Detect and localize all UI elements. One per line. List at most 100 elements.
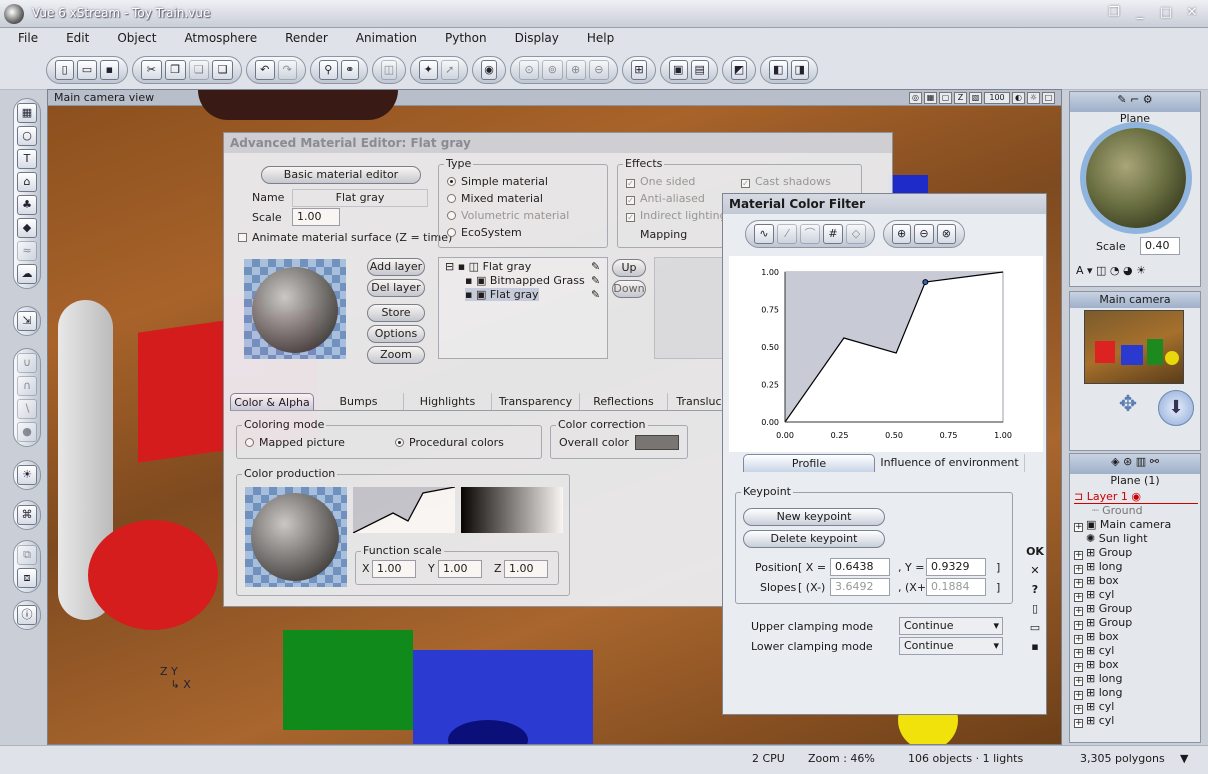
camera-nav-icon[interactable]: ✥	[1098, 392, 1158, 442]
tree-item[interactable]: ┈ Ground	[1074, 504, 1198, 518]
camera-icon[interactable]: ⌘	[17, 505, 37, 525]
keypoint-marker[interactable]	[922, 279, 929, 286]
menu-python[interactable]: Python	[437, 28, 495, 48]
group-icon[interactable]: ◫	[381, 60, 397, 80]
tab-color-alpha[interactable]: Color & Alpha	[230, 393, 314, 410]
group-objects-icon[interactable]: ⧉	[17, 545, 37, 565]
duplicate-icon[interactable]: ❑	[212, 60, 233, 80]
basic-material-editor-button[interactable]: Basic material editor	[261, 166, 421, 184]
filter-thumbnail[interactable]	[353, 487, 455, 533]
water-icon[interactable]: ≈	[17, 241, 37, 261]
ok-button[interactable]: OK	[1026, 545, 1044, 558]
status-menu-icon[interactable]: ▼	[1180, 752, 1188, 765]
zoom-button[interactable]: Zoom	[367, 346, 425, 364]
graph-fit-icon[interactable]: ⊗	[936, 224, 956, 244]
grid-icon[interactable]: #	[823, 224, 843, 244]
links-tab-icon[interactable]: ⚯	[1150, 455, 1159, 468]
zoom-fit-icon[interactable]: ⊙	[519, 60, 540, 80]
add-layer-button[interactable]: Add layer	[367, 258, 425, 276]
new-icon[interactable]: ▯	[55, 60, 75, 80]
tree-item[interactable]: + ⊞ long	[1074, 672, 1198, 686]
function-scale-z[interactable]: 1.00	[504, 560, 548, 578]
tree-item[interactable]: + ⊞ Group	[1074, 546, 1198, 560]
wireframe-icon[interactable]: ▦	[924, 92, 937, 104]
import-object-icon[interactable]: ⇲	[17, 311, 37, 331]
display-options-icon[interactable]: ◩	[731, 60, 747, 80]
tree-item[interactable]: + ⊞ box	[1074, 574, 1198, 588]
tab-reflections[interactable]: Reflections	[580, 393, 668, 410]
text-icon[interactable]: T	[17, 149, 37, 169]
boolean-subtract-icon[interactable]: ∖	[17, 399, 37, 419]
type-ecosystem[interactable]: EcoSystem	[447, 226, 522, 239]
camera-preview-icon[interactable]: ◨	[790, 60, 809, 80]
new-keypoint-button[interactable]: New keypoint	[743, 508, 885, 526]
boolean-union-icon[interactable]: ∪	[17, 353, 37, 373]
camera-orbit-icon[interactable]: ⬇	[1158, 390, 1194, 426]
pointer-icon[interactable]: ➚	[440, 60, 459, 80]
sphere-icon[interactable]: ○	[17, 126, 37, 146]
animate-surface-checkbox[interactable]: Animate material surface (Z = time)	[238, 231, 452, 244]
cut-icon[interactable]: ✂	[141, 60, 162, 80]
tree-item[interactable]: + ⊞ Group	[1074, 602, 1198, 616]
procedural-colors-radio[interactable]: Procedural colors	[395, 436, 504, 449]
edit-layer-icon[interactable]: ✎	[591, 288, 600, 301]
ungroup-icon[interactable]: ⧈	[17, 568, 37, 588]
options-button[interactable]: Options	[367, 325, 425, 343]
tab-influence-environment[interactable]: Influence of environment	[875, 454, 1025, 472]
del-layer-button[interactable]: Del layer	[367, 279, 425, 297]
type-volumetric[interactable]: Volumetric material	[447, 209, 569, 222]
link-icon[interactable]: ⚲	[319, 60, 338, 80]
menu-animation[interactable]: Animation	[348, 28, 425, 48]
light-preview-icon[interactable]: ☼	[1027, 92, 1040, 104]
terrain-icon[interactable]: ▦	[17, 103, 37, 123]
restore-icon[interactable]: ❐	[1104, 4, 1124, 22]
plant-icon[interactable]: ♣	[17, 195, 37, 215]
z-axis-icon[interactable]: Z	[954, 92, 967, 104]
scene-info-icon[interactable]: ⓘ	[17, 605, 37, 625]
box-mode-icon[interactable]: ▢	[939, 92, 952, 104]
slope-left-field[interactable]: 3.6492	[830, 578, 890, 596]
unlink-icon[interactable]: ⚭	[340, 60, 359, 80]
camera-thumbnail[interactable]	[1084, 310, 1184, 384]
tree-item[interactable]: + ⊞ long	[1074, 686, 1198, 700]
copy-icon[interactable]: ❐	[164, 60, 186, 80]
effect-one-sided[interactable]: ✓ One sided	[626, 175, 695, 188]
render-icon[interactable]: ▣	[669, 60, 688, 80]
menu-edit[interactable]: Edit	[58, 28, 97, 48]
mapped-picture-radio[interactable]: Mapped picture	[245, 436, 345, 449]
layer-bitmapped-grass[interactable]: ▪ ▣ Bitmapped Grass	[465, 274, 585, 287]
shade-mode-icon[interactable]: ◐	[1012, 92, 1025, 104]
layer-root[interactable]: ⊟ ▪ ◫ Flat gray	[445, 260, 531, 273]
tree-item[interactable]: + ⊞ cyl	[1074, 700, 1198, 714]
mountain-icon[interactable]: ⌂	[17, 172, 37, 192]
filter-profile-chart[interactable]: 0.00 0.25 0.50 0.75 1.00 0.00 0.25 0.50 0.75 1.00	[729, 256, 1043, 452]
type-mixed[interactable]: Mixed material	[447, 192, 543, 205]
tab-bumps[interactable]: Bumps	[314, 393, 404, 410]
store-button[interactable]: Store	[367, 304, 425, 322]
layer-down-button[interactable]: Down	[612, 280, 646, 298]
object-tab-icon[interactable]: ⌐	[1130, 93, 1139, 106]
tree-item[interactable]: + ⊞ Group	[1074, 616, 1198, 630]
effect-cast-shadows[interactable]: ✓ Cast shadows	[741, 175, 831, 188]
eye-icon[interactable]: ◉	[481, 60, 497, 80]
load-filter-icon[interactable]: ▭	[1030, 621, 1040, 634]
close-button[interactable]: ✕	[1182, 4, 1202, 22]
undo-icon[interactable]: ↶	[255, 60, 275, 80]
cloud-icon[interactable]: ☁	[17, 264, 37, 284]
tab-transparency[interactable]: Transparency	[492, 393, 580, 410]
zoom-value[interactable]: 100	[984, 92, 1010, 104]
upper-clamping-select[interactable]: Continue ▾	[899, 617, 1003, 635]
tab-highlights[interactable]: Highlights	[404, 393, 492, 410]
tree-layer-1[interactable]: ⊐ Layer 1 ◉	[1074, 490, 1198, 504]
redo-icon[interactable]: ↷	[277, 60, 297, 80]
tree-item[interactable]: ✺ Sun light	[1074, 532, 1198, 546]
tree-item[interactable]: + ⊞ box	[1074, 658, 1198, 672]
function-scale-x[interactable]: 1.00	[372, 560, 416, 578]
maximize-button[interactable]: □	[1156, 4, 1176, 22]
light-icon[interactable]: ☀	[17, 465, 37, 485]
effect-indirect-lighting[interactable]: ✓ Indirect lighting	[626, 209, 727, 222]
preview-icon[interactable]: ◧	[769, 60, 788, 80]
linear-curve-icon[interactable]: ⁄	[777, 224, 797, 244]
edit-layer-icon[interactable]: ✎	[591, 260, 600, 273]
rock-icon[interactable]: ◆	[17, 218, 37, 238]
